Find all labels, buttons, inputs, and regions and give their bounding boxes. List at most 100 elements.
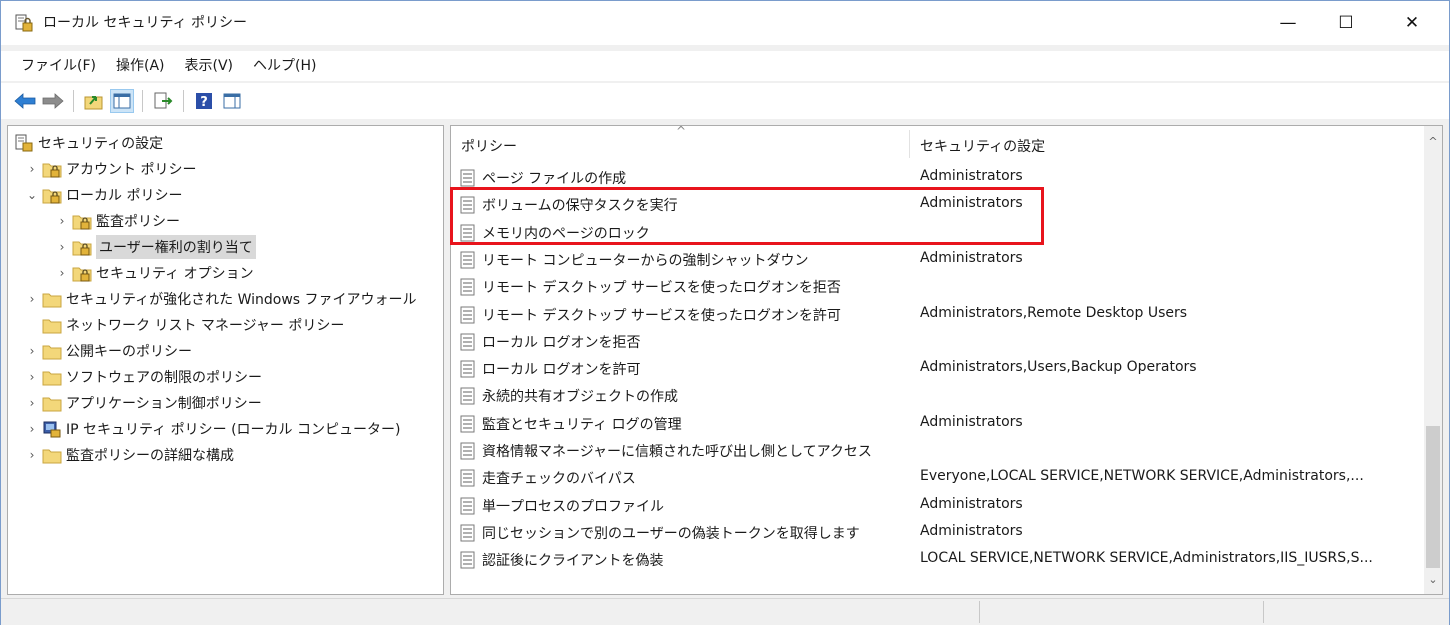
policy-row[interactable]: メモリ内のページのロック bbox=[451, 219, 1411, 246]
policy-setting-icon bbox=[460, 306, 475, 323]
policy-row[interactable]: リモート デスクトップ サービスを使ったログオンを拒否 bbox=[451, 273, 1411, 300]
policy-row[interactable]: ページ ファイルの作成 Administrators bbox=[451, 164, 1411, 191]
menu-action[interactable]: 操作(A) bbox=[106, 51, 175, 81]
policy-folder-icon bbox=[42, 163, 62, 178]
tree-item[interactable]: ⌄ ローカル ポリシー bbox=[24, 182, 182, 208]
folder-icon bbox=[42, 293, 62, 308]
policy-name: 資格情報マネージャーに信頼された呼び出し側としてアクセス bbox=[482, 444, 872, 460]
policy-row[interactable]: ボリュームの保守タスクを実行 Administrators bbox=[451, 191, 1411, 218]
minimize-button[interactable]: — bbox=[1265, 1, 1311, 45]
tree-item-label: 監査ポリシー bbox=[96, 214, 180, 230]
chevron-right-icon[interactable]: › bbox=[24, 162, 40, 176]
tree-item-label: ユーザー権利の割り当て bbox=[96, 235, 256, 259]
toolbar-separator bbox=[142, 90, 143, 112]
status-bar bbox=[1, 598, 1449, 625]
svg-text:?: ? bbox=[200, 95, 208, 110]
close-button[interactable]: ✕ bbox=[1389, 1, 1435, 45]
folder-icon bbox=[42, 345, 62, 360]
policy-setting-value: Administrators,Users,Backup Operators bbox=[920, 359, 1197, 376]
policy-setting-icon bbox=[460, 360, 475, 378]
tree-item[interactable]: › IP セキュリティ ポリシー (ローカル コンピューター) bbox=[24, 416, 400, 442]
export-list-button[interactable] bbox=[151, 89, 175, 113]
policy-setting-value: Administrators bbox=[920, 495, 1023, 512]
policy-name: ボリュームの保守タスクを実行 bbox=[482, 198, 678, 215]
app-window: ローカル セキュリティ ポリシー — ☐ ✕ ファイル(F) 操作(A) 表示(… bbox=[0, 0, 1450, 625]
policy-setting-icon bbox=[460, 196, 475, 214]
tree-item[interactable]: › アプリケーション制御ポリシー bbox=[24, 390, 262, 416]
chevron-right-icon[interactable]: › bbox=[24, 448, 40, 462]
tree-item[interactable]: › セキュリティ オプション bbox=[54, 260, 254, 286]
show-action-pane-icon bbox=[223, 93, 241, 109]
policy-row[interactable]: ローカル ログオンを拒否 bbox=[451, 328, 1411, 355]
chevron-right-icon[interactable]: › bbox=[24, 396, 40, 410]
policy-row[interactable]: リモート コンピューターからの強制シャットダウン Administrators bbox=[451, 246, 1411, 273]
tree-item-label: ソフトウェアの制限のポリシー bbox=[66, 370, 262, 386]
policy-setting-value: Administrators bbox=[920, 249, 1023, 266]
column-separator[interactable] bbox=[909, 130, 910, 158]
chevron-right-icon[interactable]: › bbox=[24, 370, 40, 384]
policy-row[interactable]: 同じセッションで別のユーザーの偽装トークンを取得します Administrator… bbox=[451, 519, 1411, 546]
tree-item[interactable]: › 監査ポリシーの詳細な構成 bbox=[24, 442, 234, 468]
policy-row[interactable]: 監査とセキュリティ ログの管理 Administrators bbox=[451, 410, 1411, 437]
policy-setting-icon bbox=[460, 387, 475, 405]
tree-item[interactable]: ネットワーク リスト マネージャー ポリシー bbox=[24, 312, 344, 338]
policy-folder-icon bbox=[72, 267, 92, 282]
policy-name: 単一プロセスのプロファイル bbox=[482, 498, 664, 515]
scroll-thumb[interactable] bbox=[1426, 426, 1440, 568]
folder-icon bbox=[42, 449, 62, 464]
up-folder-button[interactable] bbox=[82, 89, 106, 113]
vertical-scrollbar[interactable]: ^ ⌄ bbox=[1424, 126, 1442, 594]
chevron-right-icon[interactable]: › bbox=[24, 344, 40, 358]
column-header-setting[interactable]: セキュリティの設定 bbox=[920, 136, 1045, 156]
tree-root[interactable]: セキュリティの設定 bbox=[14, 130, 163, 156]
policy-row[interactable]: 認証後にクライアントを偽装 LOCAL SERVICE,NETWORK SERVI… bbox=[451, 546, 1411, 573]
back-icon bbox=[14, 93, 36, 109]
chevron-down-icon[interactable]: ⌄ bbox=[24, 188, 40, 202]
policy-row[interactable]: ローカル ログオンを許可 Administrators,Users,Backup … bbox=[451, 355, 1411, 382]
back-button[interactable] bbox=[13, 89, 37, 113]
tree-item[interactable]: › 監査ポリシー bbox=[54, 208, 180, 234]
show-action-pane-button[interactable] bbox=[220, 89, 244, 113]
list-header: ^ ポリシー セキュリティの設定 bbox=[451, 126, 1411, 162]
security-settings-icon bbox=[15, 134, 33, 152]
sort-ascending-icon: ^ bbox=[676, 125, 687, 138]
forward-button[interactable] bbox=[41, 89, 65, 113]
maximize-button[interactable]: ☐ bbox=[1323, 1, 1369, 45]
policy-setting-icon bbox=[460, 469, 475, 487]
policy-row[interactable]: 単一プロセスのプロファイル Administrators bbox=[451, 492, 1411, 519]
tree-item[interactable]: › ソフトウェアの制限のポリシー bbox=[24, 364, 262, 390]
policy-row[interactable]: 走査チェックのバイパス Everyone,LOCAL SERVICE,NETWOR… bbox=[451, 464, 1411, 491]
policy-row[interactable]: 永続的共有オブジェクトの作成 bbox=[451, 382, 1411, 409]
chevron-right-icon[interactable]: › bbox=[54, 214, 70, 228]
menu-view[interactable]: 表示(V) bbox=[175, 51, 244, 81]
chevron-right-icon[interactable]: › bbox=[24, 292, 40, 306]
column-header-policy[interactable]: ポリシー bbox=[461, 136, 517, 156]
tree-pane: セキュリティの設定 › アカウント ポリシー ⌄ ローカル ポリシー › 監査ポリシー › ユ… bbox=[7, 125, 444, 595]
chevron-right-icon[interactable]: › bbox=[54, 240, 70, 254]
tree-item[interactable]: › 公開キーのポリシー bbox=[24, 338, 192, 364]
tree-item-label: セキュリティが強化された Windows ファイアウォール bbox=[66, 292, 417, 308]
menu-file[interactable]: ファイル(F) bbox=[11, 51, 106, 81]
chevron-right-icon[interactable]: › bbox=[24, 422, 40, 436]
policy-setting-value: Administrators,Remote Desktop Users bbox=[920, 304, 1188, 321]
chevron-down-icon: ⌄ bbox=[1428, 572, 1438, 586]
scroll-up-button[interactable]: ^ bbox=[1424, 132, 1442, 150]
show-hide-tree-button[interactable] bbox=[110, 89, 134, 113]
scroll-down-button[interactable]: ⌄ bbox=[1424, 570, 1442, 588]
tree-item-label: セキュリティ オプション bbox=[96, 266, 254, 282]
help-button[interactable]: ? bbox=[192, 89, 216, 113]
tree-item[interactable]: › ユーザー権利の割り当て bbox=[54, 234, 256, 260]
tree-item[interactable]: › セキュリティが強化された Windows ファイアウォール bbox=[24, 286, 417, 312]
policy-name: ローカル ログオンを許可 bbox=[482, 362, 641, 379]
tree-item-label: 監査ポリシーの詳細な構成 bbox=[66, 448, 234, 464]
policy-name: 認証後にクライアントを偽装 bbox=[482, 553, 664, 570]
security-policy-icon bbox=[15, 14, 33, 32]
menu-help[interactable]: ヘルプ(H) bbox=[243, 51, 326, 81]
tree-item[interactable]: › アカウント ポリシー bbox=[24, 156, 197, 182]
forward-icon bbox=[42, 93, 64, 109]
policy-row[interactable]: 資格情報マネージャーに信頼された呼び出し側としてアクセス bbox=[451, 437, 1411, 464]
policy-name: ページ ファイルの作成 bbox=[482, 171, 627, 187]
chevron-right-icon[interactable]: › bbox=[54, 266, 70, 280]
policy-row[interactable]: リモート デスクトップ サービスを使ったログオンを許可 Administrator… bbox=[451, 301, 1411, 328]
policy-name: リモート コンピューターからの強制シャットダウン bbox=[482, 252, 809, 269]
